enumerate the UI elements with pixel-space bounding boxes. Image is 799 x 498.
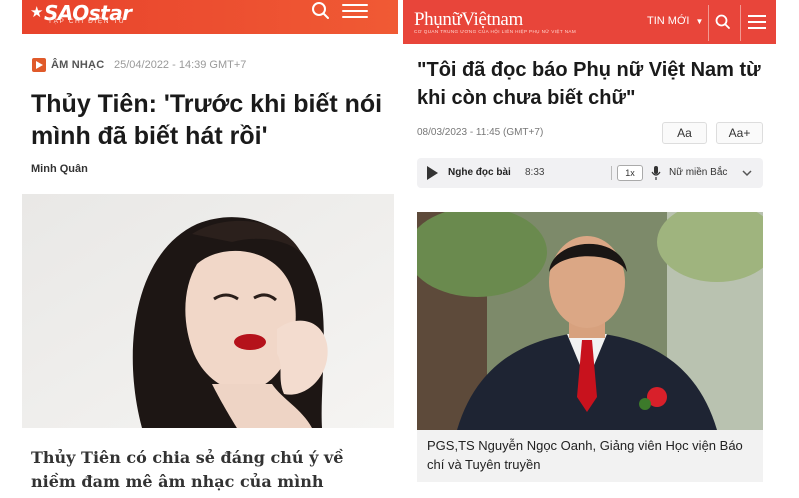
phunuvietnam-header: PhụnữViệtnam CƠ QUAN TRUNG ƯƠNG CỦA HỘI … xyxy=(403,0,776,44)
audio-player: Nghe đọc bài 8:33 1x Nữ miền Bắc xyxy=(417,158,763,188)
font-size-decrease-button[interactable]: Aa xyxy=(662,122,707,144)
header-divider xyxy=(708,5,709,41)
article-author: Minh Quân xyxy=(31,163,88,175)
microphone-icon xyxy=(651,166,661,180)
caret-down-icon: ▼ xyxy=(695,17,704,26)
hamburger-menu-icon[interactable] xyxy=(748,15,766,29)
star-icon: ★ xyxy=(30,3,43,21)
voice-select[interactable]: Nữ miền Bắc xyxy=(669,167,727,178)
audio-duration: 8:33 xyxy=(525,167,545,178)
article-title: Thủy Tiên: 'Trước khi biết nói mình đã b… xyxy=(31,90,383,150)
photo-caption: PGS,TS Nguyễn Ngọc Oanh, Giảng viên Học … xyxy=(417,430,763,482)
phunuvietnam-logo[interactable]: PhụnữViệtnam xyxy=(414,9,523,31)
search-icon[interactable] xyxy=(310,1,332,21)
article-date: 08/03/2023 - 11:45 (GMT+7) xyxy=(417,127,544,138)
article-date: 25/04/2022 - 14:39 GMT+7 xyxy=(114,59,247,71)
listen-label[interactable]: Nghe đọc bài xyxy=(448,167,511,178)
playback-speed-button[interactable]: 1x xyxy=(617,165,643,181)
article-sapo: Thủy Tiên có chia sẻ đáng chú ý về niềm … xyxy=(31,448,344,491)
portrait-photo-icon xyxy=(417,212,763,430)
audio-divider xyxy=(611,166,612,180)
article-title: "Tôi đã đọc báo Phụ nữ Việt Nam từ khi c… xyxy=(417,59,761,109)
hamburger-menu-icon[interactable] xyxy=(342,4,368,18)
tin-moi-label: TIN MỚI xyxy=(647,15,690,27)
article-category-link[interactable]: ÂM NHẠC xyxy=(51,59,104,71)
portrait-photo-icon xyxy=(22,194,394,428)
search-icon[interactable] xyxy=(714,13,732,31)
chevron-down-icon[interactable] xyxy=(741,167,753,179)
phunuvietnam-article-screenshot: PhụnữViệtnam CƠ QUAN TRUNG ƯƠNG CỦA HỘI … xyxy=(403,0,776,498)
saostar-header: ★SAOstar TẠP CHÍ ĐIỆN TỬ xyxy=(22,0,398,34)
tin-moi-dropdown[interactable]: TIN MỚI ▼ xyxy=(647,15,703,27)
play-icon[interactable] xyxy=(427,166,438,180)
article-photo-thuy-tien xyxy=(22,194,394,428)
article-photo-nguyen-ngoc-oanh xyxy=(417,212,763,430)
saostar-tagline: TẠP CHÍ ĐIỆN TỬ xyxy=(48,18,127,25)
header-divider xyxy=(740,5,741,41)
phunuvietnam-logo-subtitle: CƠ QUAN TRUNG ƯƠNG CỦA HỘI LIÊN HIỆP PHỤ… xyxy=(414,29,577,34)
font-size-increase-button[interactable]: Aa+ xyxy=(716,122,763,144)
music-category-icon xyxy=(32,58,46,72)
saostar-article-screenshot: ★SAOstar TẠP CHÍ ĐIỆN TỬ ÂM NHẠC 25/04/2… xyxy=(22,0,398,498)
